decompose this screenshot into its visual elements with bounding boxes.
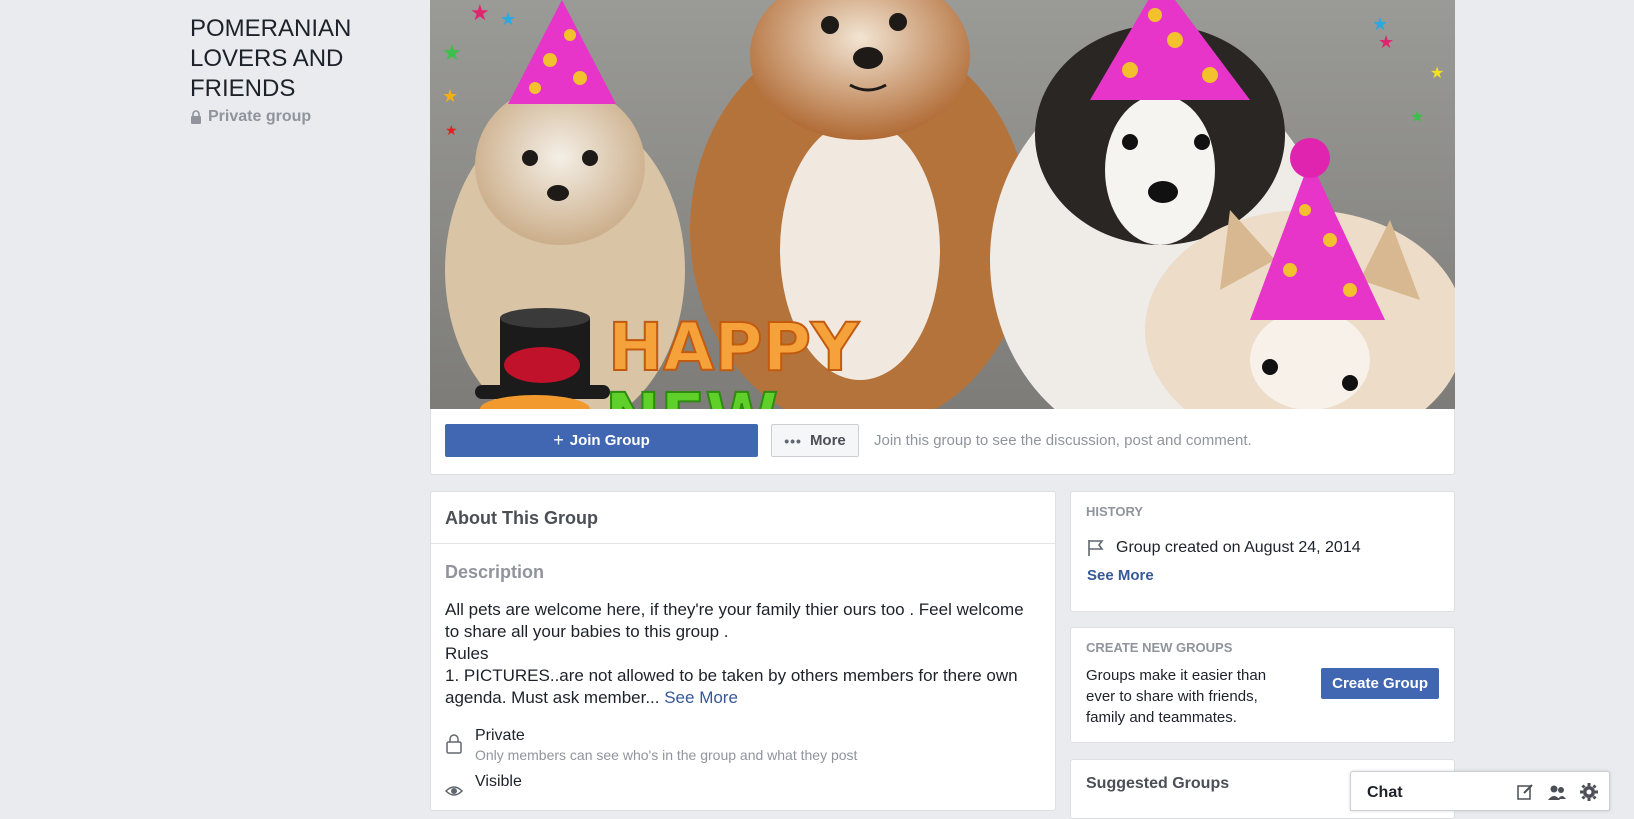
- svg-text:★: ★: [445, 123, 458, 139]
- group-header: POMERANIAN LOVERS AND FRIENDS Private gr…: [190, 14, 410, 126]
- group-action-bar: + Join Group ••• More Join this group to…: [430, 409, 1455, 475]
- visibility-title: Visible: [475, 773, 522, 790]
- compose-icon[interactable]: [1515, 782, 1535, 802]
- svg-text:★: ★: [500, 9, 516, 30]
- plus-icon: +: [553, 430, 564, 450]
- history-see-more-link[interactable]: See More: [1071, 557, 1454, 584]
- more-dots-icon: •••: [784, 432, 802, 449]
- join-group-button[interactable]: + Join Group: [445, 424, 758, 457]
- history-heading: HISTORY: [1086, 504, 1144, 519]
- history-created-row: Group created on August 24, 2014: [1071, 519, 1454, 557]
- more-button[interactable]: ••• More: [771, 424, 859, 457]
- gear-icon[interactable]: [1579, 782, 1599, 802]
- description-text: All pets are welcome here, if they're yo…: [431, 583, 1055, 709]
- svg-text:★: ★: [470, 1, 490, 26]
- cover-overlay-new: NEW: [605, 379, 778, 409]
- create-groups-card: CREATE NEW GROUPS Groups make it easier …: [1070, 627, 1455, 743]
- people-icon[interactable]: [1547, 782, 1567, 802]
- create-groups-heading: CREATE NEW GROUPS: [1086, 640, 1233, 655]
- privacy-label: Private group: [208, 108, 312, 125]
- svg-text:★: ★: [442, 41, 462, 66]
- history-created-text: Group created on August 24, 2014: [1116, 539, 1361, 556]
- eye-icon: [445, 786, 463, 796]
- group-title: POMERANIAN LOVERS AND FRIENDS: [190, 15, 352, 102]
- privacy-visible-row: Visible: [431, 773, 1055, 801]
- chat-bar[interactable]: Chat: [1350, 771, 1610, 811]
- history-card: HISTORY Group created on August 24, 2014…: [1070, 491, 1455, 612]
- more-label: More: [809, 432, 846, 449]
- svg-text:★: ★: [1430, 63, 1444, 82]
- privacy-private-row: Private Only members can see who's in th…: [431, 727, 1055, 763]
- join-group-label: Join Group: [569, 432, 650, 449]
- description-heading: Description: [445, 562, 545, 582]
- lock-icon: [191, 110, 201, 124]
- svg-text:★: ★: [1410, 107, 1424, 126]
- svg-text:★: ★: [1378, 32, 1394, 53]
- create-groups-text: Groups make it easier than ever to share…: [1086, 667, 1267, 726]
- flag-icon: [1088, 540, 1104, 556]
- privacy-title: Private: [475, 727, 525, 744]
- about-title: About This Group: [431, 492, 1055, 544]
- cover-overlay-happy: HAPPY: [608, 309, 860, 386]
- cover-image: ★ ★ ★ ★ ★ ★ ★ ★ ★ HAPPY NEW: [430, 0, 1455, 409]
- join-hint-text: Join this group to see the discussion, p…: [874, 432, 1252, 449]
- about-card: About This Group Description All pets ar…: [430, 491, 1056, 811]
- description-see-more-link[interactable]: See More: [664, 688, 738, 707]
- create-group-button[interactable]: Create Group: [1321, 668, 1439, 699]
- privacy-subtitle: Only members can see who's in the group …: [475, 747, 858, 763]
- cover-photo[interactable]: ★ ★ ★ ★ ★ ★ ★ ★ ★ HAPPY NEW: [430, 0, 1455, 409]
- group-privacy: Private group: [190, 108, 410, 126]
- chat-label[interactable]: Chat: [1367, 784, 1403, 802]
- lock-icon: [446, 734, 462, 754]
- svg-text:★: ★: [442, 86, 458, 107]
